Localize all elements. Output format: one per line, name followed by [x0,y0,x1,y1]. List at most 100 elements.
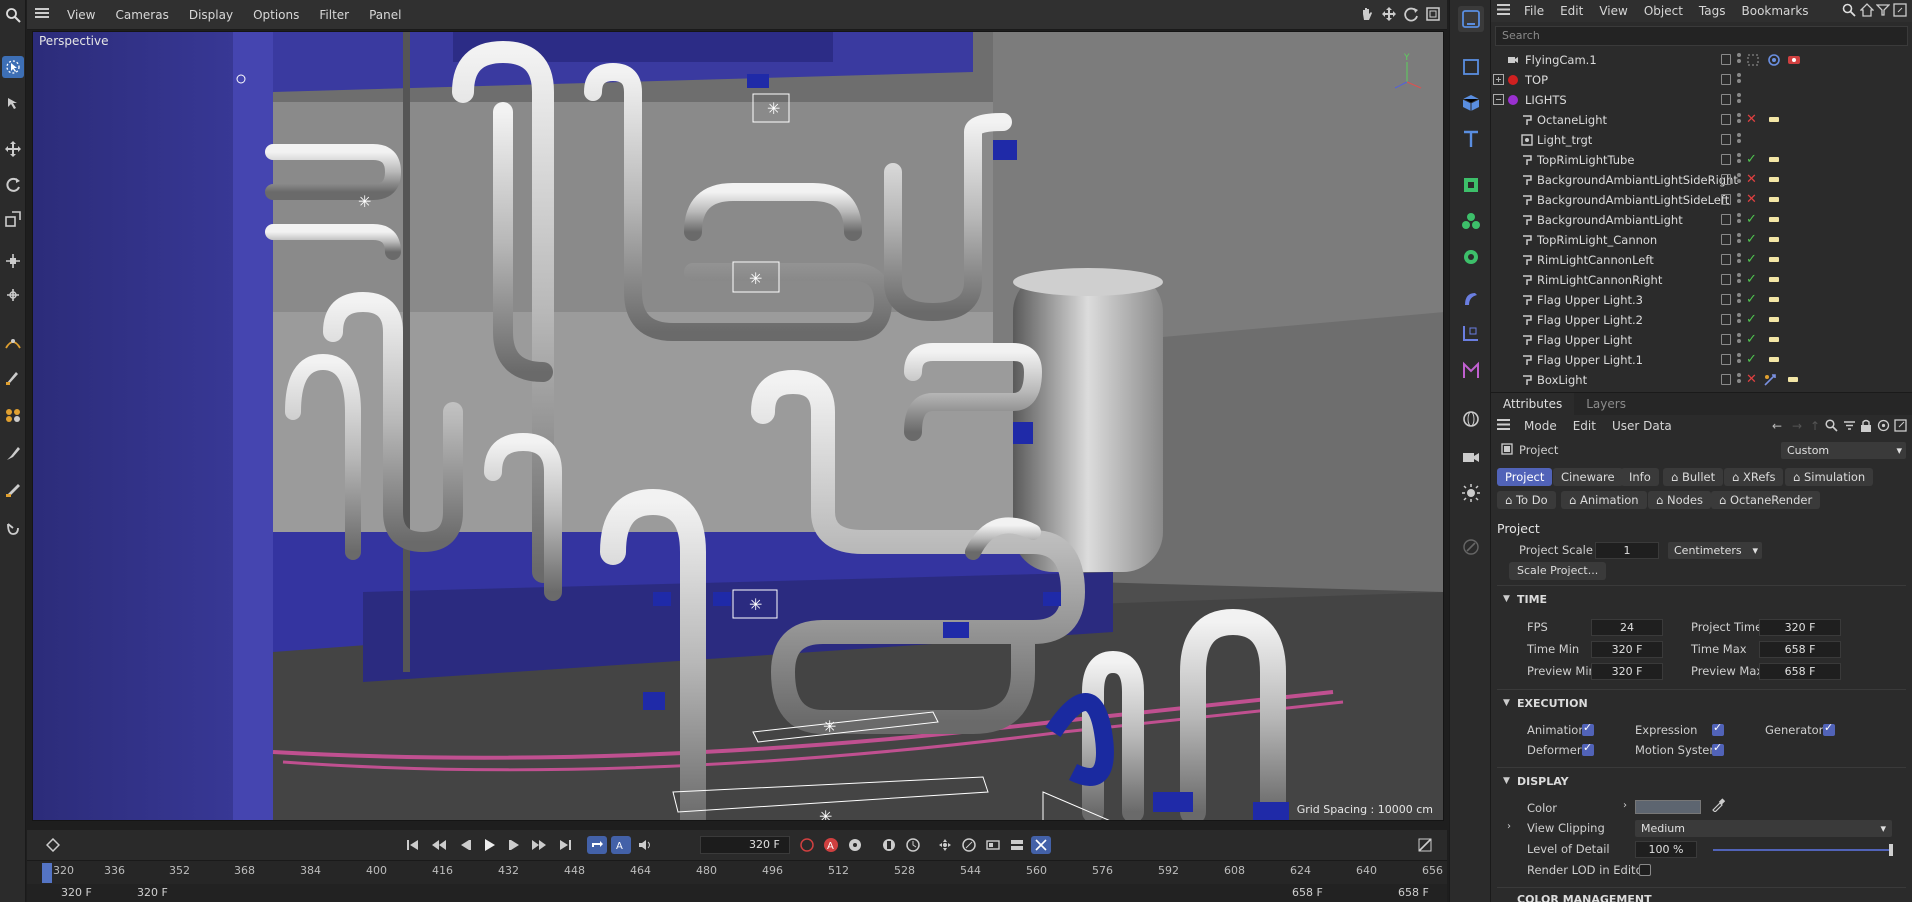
deformers-checkbox[interactable] [1582,741,1594,756]
collapse-display-icon[interactable]: ▼ [1503,776,1510,786]
magnet-tool-icon[interactable] [2,518,24,540]
autokey-icon[interactable]: A [821,836,841,854]
tab-attributes[interactable]: Attributes [1491,393,1575,415]
placement-tool-icon[interactable] [2,284,24,306]
render-lod-checkbox[interactable] [1639,864,1651,876]
collapse-toggle-icon[interactable] [1493,94,1504,108]
render-dots[interactable] [1737,233,1741,247]
render-dots[interactable] [1737,133,1741,147]
animation-checkbox[interactable] [1582,721,1594,736]
view-clipping-dropdown[interactable]: Medium ▾ [1635,820,1892,837]
om-menu-view[interactable]: View [1591,4,1635,18]
pill-bullet[interactable]: ⌂ Bullet [1663,468,1724,486]
3d-viewport[interactable]: ✳ ✳ ✳ ✳ ✳ ✳ Y Perspective Grid Spacing : 100… [32,31,1444,821]
loop-icon[interactable] [587,836,607,854]
text-tool-icon[interactable] [1458,126,1484,152]
timeline-graph-icon[interactable] [1415,836,1435,854]
sound-icon[interactable] [635,836,655,854]
enabled-check-icon[interactable]: ✓ [1746,332,1757,347]
record-tag-icon[interactable] [1787,53,1801,70]
lod-slider-track[interactable] [1713,849,1891,851]
render-dots[interactable] [1737,113,1741,127]
unit-dropdown[interactable]: Centimeters ▾ [1668,542,1762,559]
render-dots[interactable] [1737,53,1741,67]
protection-tag-icon[interactable] [1767,53,1781,70]
object-row-flag-upper-light[interactable]: Flag Upper Light ✓ [1491,330,1912,350]
object-row-toprimlighttube[interactable]: TopRimLightTube ✓ [1491,150,1912,170]
om-menu-edit[interactable]: Edit [1552,4,1591,18]
light-tag-icon[interactable] [1769,217,1779,222]
tab-layers[interactable]: Layers [1574,393,1638,415]
pill-project[interactable]: Project [1497,468,1553,486]
motion-system-checkbox[interactable] [1712,741,1724,756]
visibility-toggle[interactable] [1721,214,1731,225]
attr-menu-user-data[interactable]: User Data [1604,419,1680,433]
om-menu-file[interactable]: File [1516,4,1552,18]
go-to-start-icon[interactable] [403,836,423,854]
hamburger-menu-icon[interactable] [1491,4,1516,18]
preset-dropdown[interactable]: Custom ▾ [1781,442,1906,459]
cloner-icon[interactable] [1458,208,1484,234]
key-position-icon[interactable] [879,836,899,854]
attr-menu-edit[interactable]: Edit [1565,419,1604,433]
render-dots[interactable] [1737,333,1741,347]
target-icon[interactable] [1877,419,1890,435]
light-tag-icon[interactable] [1769,337,1779,342]
visibility-toggle[interactable] [1721,274,1731,285]
forward-arrow-icon[interactable]: → [1792,419,1802,433]
section-display[interactable]: DISPLAY [1517,775,1569,788]
pill-animation[interactable]: ⌂ Animation [1561,491,1647,509]
lod-slider-handle[interactable] [1889,844,1893,856]
object-row-lights[interactable]: LIGHTS [1491,90,1912,110]
pill-cineware[interactable]: Cineware [1553,468,1623,486]
next-key-icon[interactable] [529,836,549,854]
object-row-top[interactable]: TOP [1491,70,1912,90]
generators-checkbox[interactable] [1823,721,1835,736]
disabled-x-icon[interactable]: ✕ [1746,112,1757,127]
spline-pen-icon[interactable] [2,332,24,354]
effector-gear-icon[interactable] [1458,244,1484,270]
search-icon[interactable] [1842,3,1856,20]
range-start-slider[interactable]: 320 F [137,885,168,901]
rotate-tool-icon[interactable] [2,174,24,196]
up-arrow-icon[interactable]: ↑ [1810,419,1820,433]
render-dots[interactable] [1737,153,1741,167]
object-row-bg-ambiant-right[interactable]: BackgroundAmbiantLightSideRight ✕ [1491,170,1912,190]
filter-icon[interactable] [1875,3,1891,20]
record-keys-icon[interactable] [797,836,817,854]
pill-info[interactable]: Info [1621,468,1659,486]
field-icon[interactable] [1458,358,1484,384]
object-row-flag-upper-light-2[interactable]: Flag Upper Light.2 ✓ [1491,310,1912,330]
visibility-toggle[interactable] [1721,154,1731,165]
back-arrow-icon[interactable]: ← [1772,419,1782,433]
key-rotation-icon[interactable] [903,836,923,854]
render-dots[interactable] [1737,93,1741,107]
knife-tool-icon[interactable] [2,478,24,500]
range-end-slider[interactable]: 658 F [1292,885,1323,901]
keyframe-diamond-icon[interactable] [43,836,63,854]
deformer-icon[interactable] [1458,286,1484,312]
search-icon[interactable] [1825,419,1838,435]
new-window-icon[interactable] [1894,419,1907,435]
project-scale-input[interactable]: 1 [1595,542,1659,559]
visibility-toggle[interactable] [1721,314,1731,325]
disabled-x-icon[interactable]: ✕ [1746,192,1757,207]
pill-todo[interactable]: ⌂ To Do [1497,491,1556,509]
enabled-check-icon[interactable]: ✓ [1746,152,1757,167]
live-selection-icon[interactable] [2,92,24,114]
object-row-light-trgt[interactable]: Light_trgt [1491,130,1912,150]
section-time[interactable]: TIME [1517,593,1547,606]
chevron-right-icon[interactable]: › [1507,821,1511,832]
enabled-check-icon[interactable]: ✓ [1746,212,1757,227]
visibility-toggle[interactable] [1721,254,1731,265]
previous-key-icon[interactable] [429,836,449,854]
pill-xrefs[interactable]: ⌂ XRefs [1724,468,1784,486]
preview-range-bar[interactable]: 320 F 320 F 658 F 658 F [27,884,1447,902]
menu-view[interactable]: View [57,8,105,22]
key-scale-icon[interactable] [959,836,979,854]
menu-panel[interactable]: Panel [359,8,411,22]
light-tag-icon[interactable] [1769,197,1779,202]
previous-frame-icon[interactable] [455,836,475,854]
render-dots[interactable] [1737,193,1741,207]
light-tag-icon[interactable] [1788,377,1798,382]
